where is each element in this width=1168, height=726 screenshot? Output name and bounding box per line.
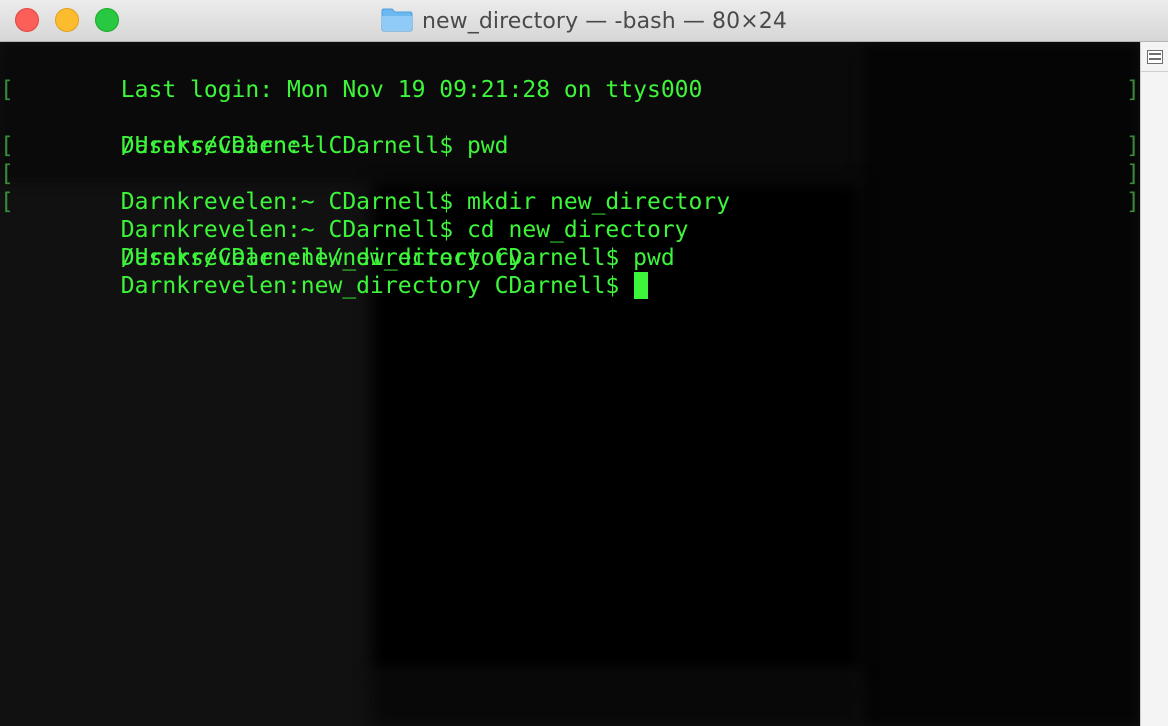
terminal-output[interactable]: Last login: Mon Nov 19 09:21:28 on ttys0… bbox=[0, 42, 1140, 726]
split-pane-button[interactable] bbox=[1141, 42, 1168, 72]
terminal-window: new_directory — -bash — 80×24 Last login… bbox=[0, 0, 1168, 726]
command-mark-left: [ bbox=[0, 133, 14, 159]
title-bar[interactable]: new_directory — -bash — 80×24 bbox=[0, 0, 1168, 42]
command-mark-left: [ bbox=[0, 161, 14, 187]
background-shade-bottom bbox=[372, 672, 860, 726]
command-mark-right: ] bbox=[1126, 133, 1140, 159]
terminal-line: [ Darnkrevelen:new_directory CDarnell$ p… bbox=[0, 188, 1140, 271]
terminal-line: [ Darnkrevelen:~ CDarnell$ pwd ] bbox=[0, 76, 1140, 159]
text-cursor bbox=[634, 272, 649, 299]
command-mark-right: ] bbox=[1126, 189, 1140, 215]
command-mark-left: [ bbox=[0, 77, 14, 103]
folder-icon bbox=[381, 8, 413, 32]
vertical-scrollbar[interactable] bbox=[1140, 42, 1168, 726]
window-title: new_directory — -bash — 80×24 bbox=[422, 8, 787, 34]
terminal-line: /Users/CDarnell/new_directory bbox=[10, 216, 1130, 271]
terminal-lines: Last login: Mon Nov 19 09:21:28 on ttys0… bbox=[0, 48, 1140, 299]
terminal-line: [ Darnkrevelen:~ CDarnell$ cd new_direct… bbox=[0, 160, 1140, 243]
command-mark-right: ] bbox=[1126, 77, 1140, 103]
command-mark-right: ] bbox=[1126, 161, 1140, 187]
split-pane-icon bbox=[1146, 49, 1163, 64]
terminal-line: [ Darnkrevelen:~ CDarnell$ mkdir new_dir… bbox=[0, 132, 1140, 215]
terminal-line: Last login: Mon Nov 19 09:21:28 on ttys0… bbox=[10, 48, 1130, 103]
command-mark-left: [ bbox=[0, 189, 14, 215]
terminal-line: /Users/CDarnell bbox=[10, 104, 1130, 159]
terminal-prompt-line[interactable]: Darnkrevelen:new_directory CDarnell$ bbox=[10, 244, 1130, 299]
window-title-group: new_directory — -bash — 80×24 bbox=[0, 0, 1168, 42]
prompt-text: Darnkrevelen:new_directory CDarnell$ bbox=[120, 273, 634, 299]
